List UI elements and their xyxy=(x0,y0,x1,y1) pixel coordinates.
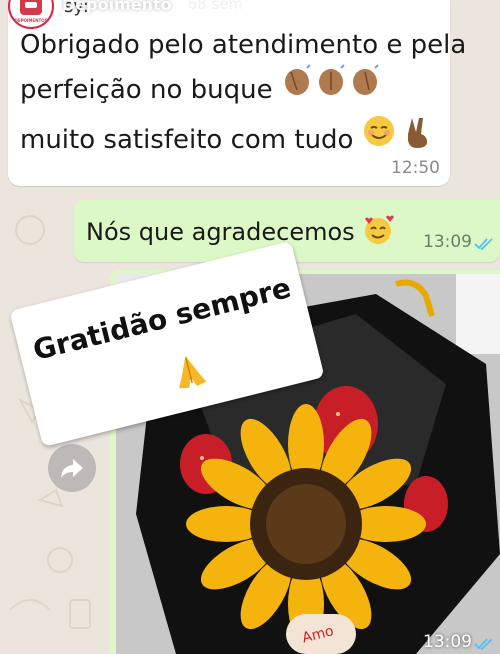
message-time: 13:09 xyxy=(423,632,472,652)
clapping-hands-emoji xyxy=(281,64,381,105)
forward-arrow-icon xyxy=(61,459,83,478)
victory-hand-emoji xyxy=(404,118,434,155)
message-time: 12:50 xyxy=(391,158,440,178)
forward-button[interactable] xyxy=(48,444,96,492)
read-receipt-icon xyxy=(474,638,493,650)
message-time: 13:09 xyxy=(423,232,472,252)
message-line-3: muito satisfeito com tudo xyxy=(20,114,434,155)
story-name: Depoimento xyxy=(62,0,172,14)
outgoing-message-text: Nós que agradecemos xyxy=(86,214,395,246)
message-line-2: perfeição no buque xyxy=(20,64,381,105)
smiling-face-emoji xyxy=(362,116,404,155)
message-line-1: Obrigado pelo atendimento e pela xyxy=(20,30,467,60)
read-receipt-icon xyxy=(474,238,493,250)
chat-bubble-icon xyxy=(20,0,42,15)
story-avatar[interactable]: DEPOIMENTOS xyxy=(8,0,54,29)
folded-hands-emoji xyxy=(165,347,214,399)
story-header[interactable]: DEPOIMENTOS Depoimento 68 sem xyxy=(8,0,244,29)
smiling-face-with-hearts-emoji xyxy=(362,215,395,246)
story-age: 68 sem xyxy=(187,0,244,13)
avatar-label: DEPOIMENTOS xyxy=(14,18,48,23)
